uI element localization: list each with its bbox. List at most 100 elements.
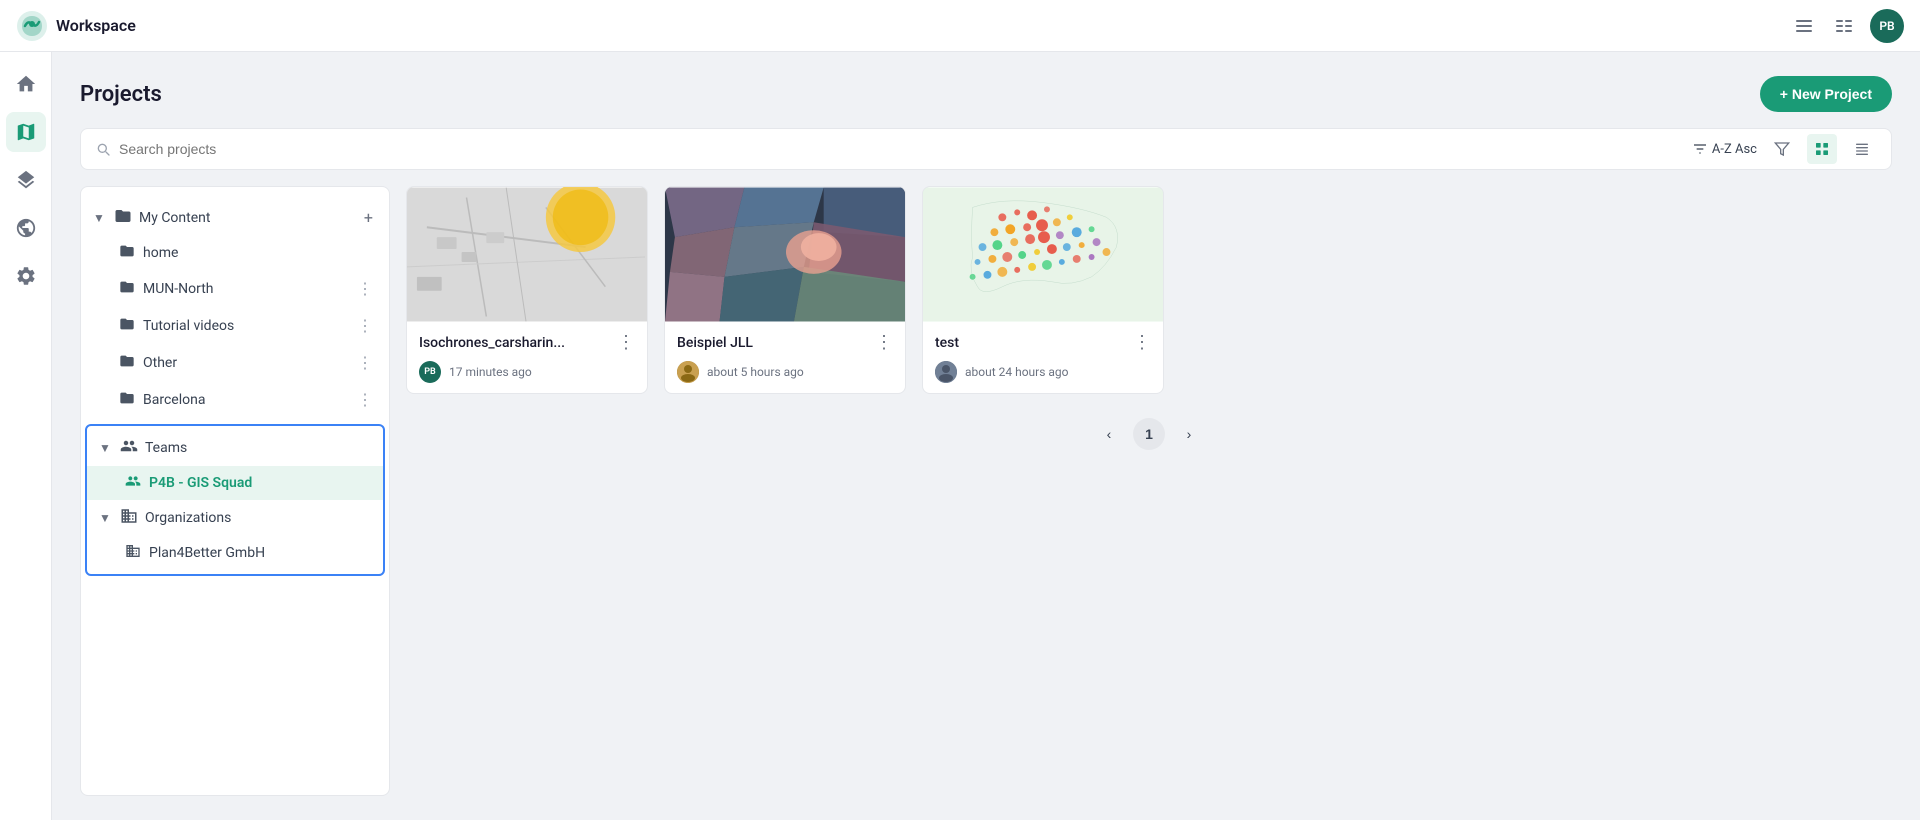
- list-view-button[interactable]: [1847, 134, 1877, 164]
- project-more-button[interactable]: ⋮: [1133, 332, 1151, 353]
- folder-icon: [117, 316, 137, 336]
- folder-icon: [117, 279, 137, 299]
- project-avatar: PB: [419, 361, 441, 383]
- folder-icon: [117, 390, 137, 410]
- organizations-chevron: ▼: [99, 511, 113, 525]
- topbar: Workspace PB: [0, 0, 1920, 52]
- project-card-info: Beispiel JLL ⋮: [665, 322, 905, 393]
- my-content-row[interactable]: ▼ My Content +: [81, 199, 389, 236]
- tutorial-videos-label: Tutorial videos: [143, 318, 347, 334]
- teams-row[interactable]: ▼ Teams: [87, 430, 383, 466]
- project-card[interactable]: Beispiel JLL ⋮: [664, 186, 906, 394]
- project-thumbnail: [665, 187, 905, 322]
- sort-icon: [1692, 141, 1708, 157]
- page-title: Projects: [80, 82, 162, 107]
- projects-area: Isochrones_carsharin... ⋮ PB 17 minutes …: [406, 186, 1892, 796]
- project-card-info: Isochrones_carsharin... ⋮ PB 17 minutes …: [407, 322, 647, 393]
- project-card[interactable]: Isochrones_carsharin... ⋮ PB 17 minutes …: [406, 186, 648, 394]
- folder-icon: [117, 353, 137, 373]
- project-more-button[interactable]: ⋮: [617, 332, 635, 353]
- next-page-button[interactable]: ›: [1173, 418, 1205, 450]
- tutorial-videos-more-button[interactable]: ⋮: [353, 314, 377, 337]
- user-avatar-icon: [935, 361, 957, 383]
- tree-item-plan4better[interactable]: Plan4Better GmbH: [87, 536, 383, 570]
- mun-north-more-button[interactable]: ⋮: [353, 277, 377, 300]
- topbar-logo: Workspace: [16, 10, 136, 42]
- sidebar-icons: [0, 52, 52, 820]
- project-time: 17 minutes ago: [449, 365, 532, 379]
- sidebar-icon-home[interactable]: [6, 64, 46, 104]
- project-avatar: [677, 361, 699, 383]
- organizations-row[interactable]: ▼ Organizations: [87, 500, 383, 536]
- project-thumbnail: [407, 187, 647, 322]
- tree-item-mun-north[interactable]: MUN-North ⋮: [81, 270, 389, 307]
- map-image: [923, 187, 1163, 322]
- project-title: test: [935, 335, 959, 351]
- project-meta: PB 17 minutes ago: [419, 361, 635, 383]
- list-view-icon[interactable]: [1790, 12, 1818, 40]
- sidebar-icon-globe[interactable]: [6, 208, 46, 248]
- other-more-button[interactable]: ⋮: [353, 351, 377, 374]
- search-bar: A-Z Asc: [80, 128, 1892, 170]
- app-title: Workspace: [56, 16, 136, 35]
- plan4better-label: Plan4Better GmbH: [149, 545, 371, 561]
- map-image: [407, 187, 647, 322]
- project-time: about 5 hours ago: [707, 365, 804, 379]
- search-input[interactable]: [119, 141, 1684, 157]
- sidebar-icon-map[interactable]: [6, 112, 46, 152]
- project-thumbnail: [923, 187, 1163, 322]
- main-layout: Projects + New Project A-Z Asc: [0, 52, 1920, 820]
- filter-button[interactable]: [1767, 134, 1797, 164]
- sidebar-icon-settings[interactable]: [6, 256, 46, 296]
- search-controls: A-Z Asc: [1692, 134, 1877, 164]
- sidebar-icon-layers[interactable]: [6, 160, 46, 200]
- add-content-button[interactable]: +: [360, 206, 377, 229]
- page-1-button[interactable]: 1: [1133, 418, 1165, 450]
- projects-grid: Isochrones_carsharin... ⋮ PB 17 minutes …: [406, 186, 1892, 394]
- other-label: Other: [143, 355, 347, 371]
- tree-item-home[interactable]: home: [81, 236, 389, 270]
- pagination: ‹ 1 ›: [406, 410, 1892, 458]
- project-card-info: test ⋮: [923, 322, 1163, 393]
- teams-chevron: ▼: [99, 441, 113, 455]
- project-avatar: [935, 361, 957, 383]
- organizations-icon: [119, 507, 139, 529]
- mun-north-label: MUN-North: [143, 281, 347, 297]
- project-title-row: test ⋮: [935, 332, 1151, 353]
- project-meta: about 24 hours ago: [935, 361, 1151, 383]
- teams-label: Teams: [145, 440, 371, 456]
- tree-item-p4b-gis-squad[interactable]: P4B - GIS Squad: [87, 466, 383, 500]
- teams-icon: [119, 437, 139, 459]
- project-title: Beispiel JLL: [677, 335, 753, 351]
- app-logo-icon: [16, 10, 48, 42]
- grid-view-button[interactable]: [1807, 134, 1837, 164]
- project-time: about 24 hours ago: [965, 365, 1069, 379]
- barcelona-more-button[interactable]: ⋮: [353, 388, 377, 411]
- page-header: Projects + New Project: [80, 76, 1892, 112]
- content-area: Projects + New Project A-Z Asc: [52, 52, 1920, 820]
- tree-item-other[interactable]: Other ⋮: [81, 344, 389, 381]
- new-project-button[interactable]: + New Project: [1760, 76, 1892, 112]
- barcelona-label: Barcelona: [143, 392, 347, 408]
- folder-icon: [113, 207, 133, 229]
- prev-page-button[interactable]: ‹: [1093, 418, 1125, 450]
- folder-icon: [117, 243, 137, 263]
- project-meta: about 5 hours ago: [677, 361, 893, 383]
- my-content-label: My Content: [139, 210, 354, 226]
- folder-tree: ▼ My Content + home: [80, 186, 390, 796]
- search-icon: [95, 141, 111, 157]
- project-card[interactable]: test ⋮: [922, 186, 1164, 394]
- tree-item-barcelona[interactable]: Barcelona ⋮: [81, 381, 389, 418]
- p4b-gis-squad-label: P4B - GIS Squad: [149, 475, 371, 491]
- home-folder-label: home: [143, 245, 377, 261]
- project-title: Isochrones_carsharin...: [419, 335, 565, 351]
- teams-section: ▼ Teams P4B - GIS Squad ▼: [85, 424, 385, 576]
- sort-control[interactable]: A-Z Asc: [1692, 141, 1757, 157]
- menu-icon[interactable]: [1830, 12, 1858, 40]
- user-avatar-icon: [677, 361, 699, 383]
- user-avatar[interactable]: PB: [1870, 9, 1904, 43]
- tree-item-tutorial-videos[interactable]: Tutorial videos ⋮: [81, 307, 389, 344]
- organizations-label: Organizations: [145, 510, 371, 526]
- project-more-button[interactable]: ⋮: [875, 332, 893, 353]
- organization-icon: [123, 543, 143, 563]
